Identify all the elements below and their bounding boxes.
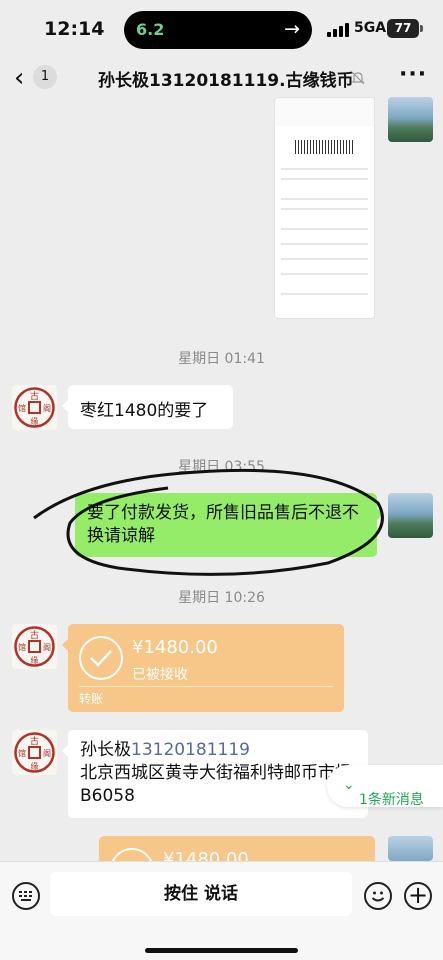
address-line: 北京西城区黄寺大街福利特邮币市场B6058 [80, 763, 352, 806]
back-arrow-icon[interactable]: ‹ [14, 63, 24, 93]
svg-text:缘: 缘 [31, 416, 39, 426]
timestamp: 星期日 10:26 [178, 590, 265, 606]
contact-avatar[interactable]: 古 馆 阁 缘 [12, 624, 57, 669]
svg-text:古: 古 [30, 735, 39, 747]
transfer-card[interactable]: ¥1480.00 已被接收 转账 [62, 624, 344, 712]
transfer-kind: 转账 [79, 692, 104, 706]
coin-logo-icon: 古 馆 阁 缘 [14, 732, 55, 773]
incoming-message[interactable]: 枣红1480的要了 [62, 385, 233, 429]
chat-header: ‹ 1 孙长极13120181119.古缘钱币 ··· [0, 58, 443, 98]
transfer-status: 已被接收 [132, 667, 188, 683]
home-indicator [145, 948, 298, 953]
speed-readout: 6.2 [136, 20, 165, 39]
svg-text:阁: 阁 [43, 403, 51, 413]
svg-text:阁: 阁 [43, 642, 51, 652]
image-message[interactable] [274, 97, 375, 319]
battery-level: 77 [394, 21, 412, 35]
transfer-amount: ¥1480.00 [132, 637, 218, 658]
mute-icon [351, 71, 365, 85]
barcode-graphic [295, 140, 355, 154]
incoming-message[interactable]: 孙长极13120181119 北京西城区黄寺大街福利特邮币市场B6058 [62, 730, 368, 818]
signal-icon [327, 23, 349, 37]
emoji-icon[interactable] [364, 882, 392, 910]
hand-drawn-circle [33, 468, 384, 576]
hold-to-talk-button[interactable]: 按住 说话 [50, 872, 352, 916]
arrow-right-icon: → [284, 18, 300, 40]
status-time: 12:14 [44, 18, 105, 40]
input-bar: 按住 说话 + [0, 861, 443, 960]
svg-text:馆: 馆 [18, 403, 26, 413]
address-phone[interactable]: 13120181119 [131, 740, 250, 760]
battery-icon: 77 [387, 19, 423, 38]
contact-avatar[interactable]: 古 馆 阁 缘 [12, 385, 57, 430]
keyboard-icon[interactable] [12, 882, 40, 910]
my-avatar[interactable] [388, 97, 433, 142]
svg-text:馆: 馆 [18, 642, 26, 652]
my-avatar[interactable] [388, 493, 433, 538]
contact-avatar[interactable]: 古 馆 阁 缘 [12, 730, 57, 775]
new-messages-label: ⌄ 1条新消息 [343, 777, 424, 808]
chat-title: 孙长极13120181119.古缘钱币 [98, 71, 354, 91]
svg-text:缘: 缘 [31, 655, 39, 665]
plus-icon[interactable]: + [404, 882, 432, 910]
timestamp: 星期日 01:41 [178, 351, 265, 367]
network-label: 5GA [354, 20, 387, 36]
status-bar: 12:14 6.2 → 5GA 77 [0, 0, 443, 58]
address-name: 孙长极 [80, 740, 131, 760]
image-header [275, 98, 374, 126]
new-messages-button[interactable]: ⌄ 1条新消息 [327, 765, 443, 808]
coin-logo-icon: 古 馆 阁 缘 [14, 626, 55, 667]
svg-text:阁: 阁 [43, 748, 51, 758]
svg-text:馆: 馆 [18, 748, 26, 758]
svg-text:缘: 缘 [31, 761, 39, 771]
check-icon [79, 636, 123, 680]
svg-text:古: 古 [30, 390, 39, 402]
unread-count-badge[interactable]: 1 [33, 65, 57, 89]
dynamic-island: 6.2 → [124, 11, 312, 49]
svg-text:古: 古 [30, 629, 39, 641]
more-icon[interactable]: ··· [399, 62, 427, 87]
coin-logo-icon: 古 馆 阁 缘 [14, 387, 55, 428]
my-avatar[interactable] [388, 836, 433, 861]
message-text: 枣红1480的要了 [80, 401, 209, 421]
